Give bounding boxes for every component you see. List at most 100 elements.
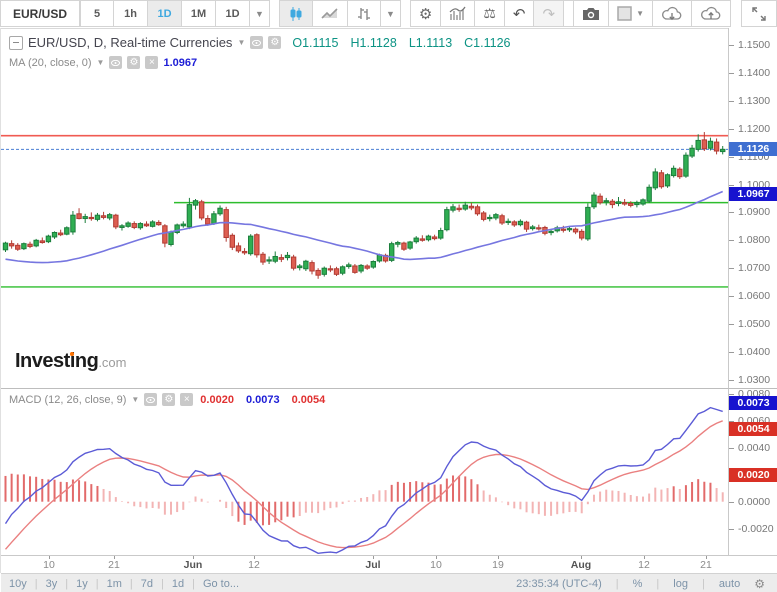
percent-scale-button[interactable]: % <box>626 578 650 590</box>
candlestick-chart-icon[interactable] <box>279 0 313 27</box>
macd-caret-icon[interactable]: ▼ <box>131 395 139 404</box>
chart-type-caret-button[interactable]: ▼ <box>381 0 401 27</box>
ohlc-value: L1.1113 <box>409 36 452 50</box>
range-button-1m[interactable]: 1m <box>99 578 130 590</box>
macd-value-signal: 0.0054 <box>292 394 326 406</box>
main-price-panel[interactable]: EUR/USD, D, Real-time Currencies ▼ ⚙ O1.… <box>1 28 728 388</box>
macd-tick-mark <box>729 502 734 503</box>
macd-panel[interactable]: MACD (12, 26, close, 9) ▼ ⚙ × 0.00200.00… <box>1 388 728 556</box>
settings-gear-icon[interactable]: ⚙ <box>410 0 441 27</box>
separator: | <box>695 578 712 590</box>
cloud-download-icon[interactable] <box>653 0 692 27</box>
time-tick-label: 19 <box>492 559 504 571</box>
fullscreen-group <box>741 0 777 28</box>
background-swatch-icon[interactable]: ▼ <box>609 0 653 27</box>
macd-tick-mark <box>729 394 734 395</box>
ma-label: MA (20, close, 0) <box>9 57 92 69</box>
time-tick-label: 21 <box>108 559 120 571</box>
range-button-3y[interactable]: 3y <box>38 578 66 590</box>
cloud-upload-icon[interactable] <box>692 0 731 27</box>
timeframe-button-1h[interactable]: 1h <box>114 0 148 27</box>
price-tick-mark <box>729 185 734 186</box>
price-tick-label: 1.0500 <box>738 318 770 330</box>
macd-value-badge: 0.0054 <box>729 422 777 436</box>
redo-button[interactable]: ↷ <box>534 0 564 27</box>
price-tick-label: 1.0300 <box>738 374 770 386</box>
macd-tick-mark <box>729 448 734 449</box>
macd-remove-icon[interactable]: × <box>180 393 193 406</box>
camera-snapshot-icon[interactable] <box>573 0 609 27</box>
timeframe-button-1m[interactable]: 1M <box>182 0 216 27</box>
chart-area: EUR/USD, D, Real-time Currencies ▼ ⚙ O1.… <box>0 28 777 573</box>
ma-eye-icon[interactable] <box>109 56 122 69</box>
log-scale-button[interactable]: log <box>666 578 695 590</box>
series-settings-gear-icon[interactable]: ⚙ <box>268 36 281 49</box>
time-tick-label: 12 <box>248 559 260 571</box>
price-axis[interactable]: 1.15001.14001.13001.12001.11001.10001.09… <box>728 28 777 388</box>
symbol-timeframe-group: EUR/USD 51h1D1M1D ▼ <box>0 0 270 28</box>
range-button-1d[interactable]: 1d <box>164 578 192 590</box>
macd-axis[interactable]: 0.00800.00600.00400.00200.0000-0.00200.0… <box>728 388 777 555</box>
price-tick-mark <box>729 129 734 130</box>
ma-caret-icon[interactable]: ▼ <box>97 58 105 67</box>
timeframe-caret-button[interactable]: ▼ <box>250 0 270 27</box>
time-tick-label: 10 <box>43 559 55 571</box>
compare-scales-icon[interactable]: ⚖ <box>475 0 505 27</box>
price-tick-label: 1.0900 <box>738 206 770 218</box>
price-tick-label: 1.1200 <box>738 123 770 135</box>
ma-value: 1.0967 <box>163 57 197 69</box>
price-tick-mark <box>729 240 734 241</box>
timeframe-button-5[interactable]: 5 <box>80 0 114 27</box>
separator: | <box>649 578 666 590</box>
ma-gear-icon[interactable]: ⚙ <box>127 56 140 69</box>
time-tick-label: Jul <box>365 559 380 571</box>
collapse-panel-icon[interactable] <box>9 36 23 50</box>
ohlc-value: H1.1128 <box>350 36 396 50</box>
symbol-button[interactable]: EUR/USD <box>0 0 80 27</box>
fullscreen-icon[interactable] <box>741 0 777 27</box>
price-tick-mark <box>729 324 734 325</box>
axis-settings-gear-icon[interactable]: ⚙ <box>747 577 772 591</box>
macd-gear-icon[interactable]: ⚙ <box>162 393 175 406</box>
range-button-1y[interactable]: 1y <box>68 578 96 590</box>
time-tick-label: Jun <box>184 559 203 571</box>
timeframe-button-1d[interactable]: 1D <box>216 0 250 27</box>
price-tick-mark <box>729 352 734 353</box>
price-tick-mark <box>729 73 734 74</box>
price-tick-label: 1.0700 <box>738 262 770 274</box>
time-tick-label: 12 <box>638 559 650 571</box>
current-price-badge: 1.1126 <box>729 142 777 156</box>
range-button-10y[interactable]: 10y <box>1 578 35 590</box>
range-button-7d[interactable]: 7d <box>133 578 161 590</box>
timeframe-button-1d[interactable]: 1D <box>148 0 182 27</box>
price-tick-label: 1.1300 <box>738 95 770 107</box>
range-buttons: 10y|3y|1y|1m|7d|1d <box>1 578 192 590</box>
bottom-toolbar: 10y|3y|1y|1m|7d|1d | Go to... 23:35:34 (… <box>1 573 777 592</box>
undo-button[interactable]: ↶ <box>505 0 535 27</box>
line-chart-icon[interactable] <box>313 0 348 27</box>
price-tick-mark <box>729 296 734 297</box>
ohlc-value: O1.1115 <box>292 36 338 50</box>
ohlc-bars-icon[interactable] <box>348 0 381 27</box>
auto-scale-button[interactable]: auto <box>712 578 747 590</box>
macd-canvas[interactable] <box>1 389 728 555</box>
price-tick-label: 1.1500 <box>738 39 770 51</box>
main-chart-header: EUR/USD, D, Real-time Currencies ▼ ⚙ O1.… <box>9 35 511 50</box>
chart-type-group: ▼ <box>279 0 401 28</box>
indicators-icon[interactable] <box>441 0 475 27</box>
price-tick-mark <box>729 101 734 102</box>
macd-value-badge: 0.0073 <box>729 396 777 410</box>
tools-group: ⚙ ⚖ ↶ ↷ <box>410 0 597 28</box>
ma-remove-icon[interactable]: × <box>145 56 158 69</box>
price-tick-mark <box>729 380 734 381</box>
time-tick-label: Aug <box>571 559 591 571</box>
title-caret-icon[interactable]: ▼ <box>237 38 245 47</box>
time-axis[interactable]: 1021Jun12Jul1019Aug1221 <box>1 555 777 574</box>
price-tick-mark <box>729 212 734 213</box>
macd-eye-icon[interactable] <box>144 393 157 406</box>
visibility-eye-icon[interactable] <box>250 36 263 49</box>
candlestick-canvas[interactable] <box>1 28 728 388</box>
price-tick-label: 1.0400 <box>738 346 770 358</box>
goto-button[interactable]: Go to... <box>195 578 247 590</box>
macd-value-histogram: 0.0020 <box>200 394 234 406</box>
